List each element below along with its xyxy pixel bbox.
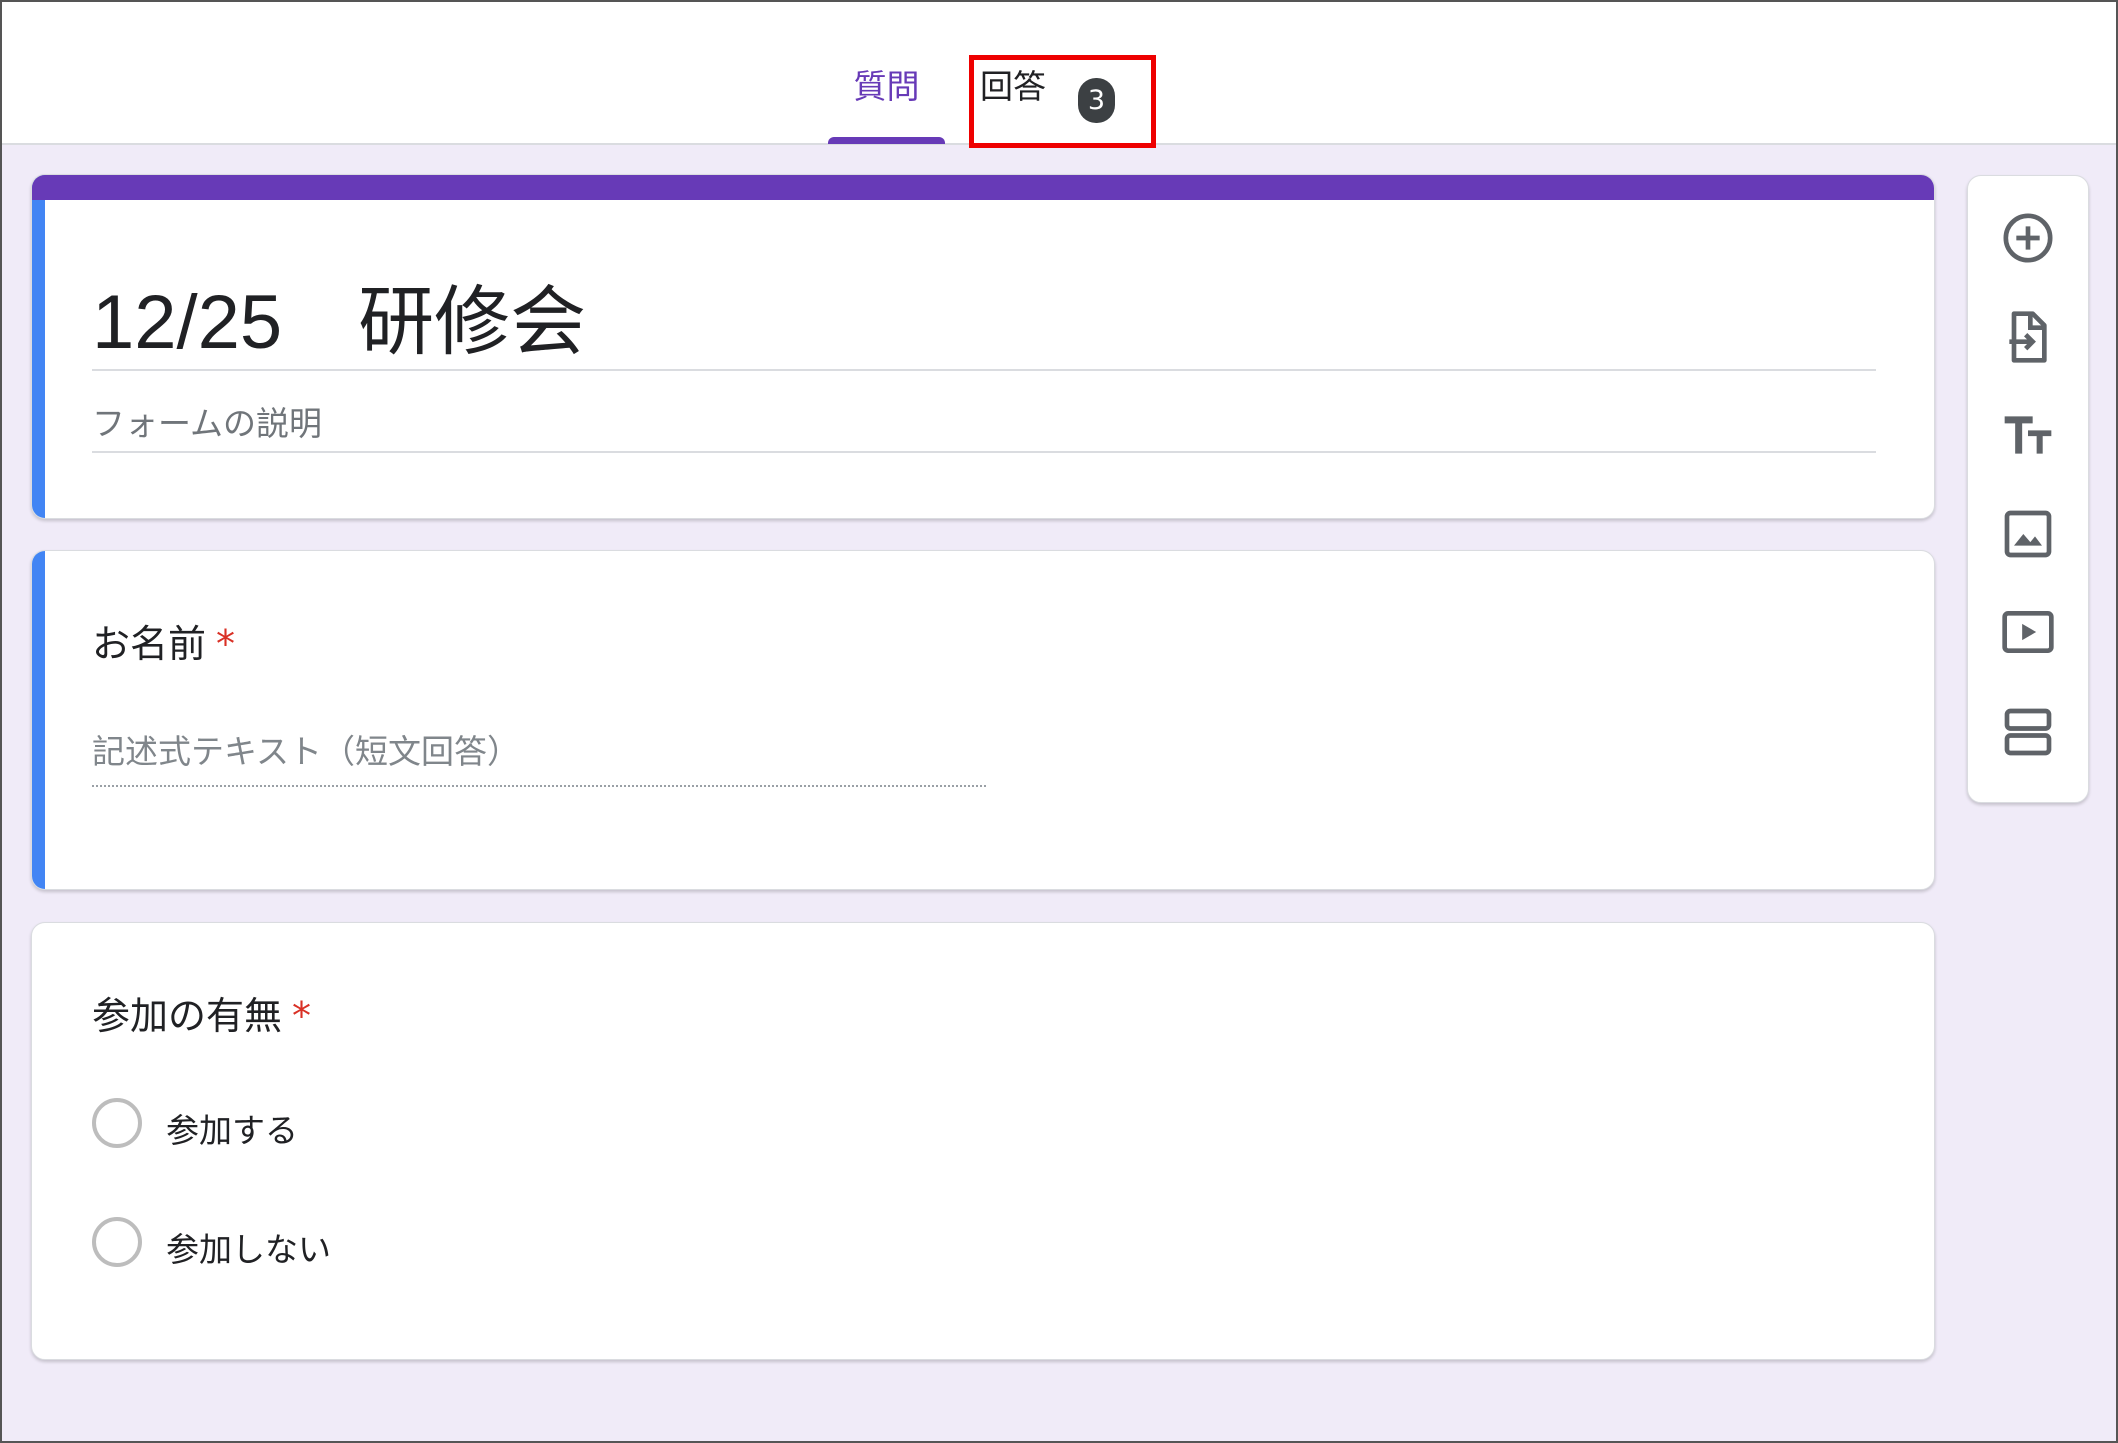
- side-toolbar: [1967, 175, 2089, 803]
- header: 質問 回答 3: [2, 2, 2116, 148]
- add-question-icon[interactable]: [1998, 208, 2058, 268]
- active-tab-indicator: [828, 137, 945, 144]
- short-answer-underline: [92, 785, 986, 787]
- add-video-icon[interactable]: [1998, 602, 2058, 662]
- highlight-annotation-box: [969, 55, 1156, 148]
- form-title-card[interactable]: 12/25 研修会 フォームの説明: [31, 174, 1935, 519]
- question-card-name[interactable]: お名前 * 記述式テキスト（短文回答）: [31, 550, 1935, 890]
- form-title[interactable]: 12/25 研修会: [92, 260, 586, 370]
- add-title-icon[interactable]: [1998, 405, 2058, 465]
- radio-option-label: 参加しない: [166, 1230, 331, 1269]
- required-asterisk: *: [292, 994, 312, 1038]
- tab-questions-label: 質問: [853, 67, 920, 106]
- required-asterisk: *: [216, 622, 236, 666]
- radio-button[interactable]: [92, 1098, 142, 1148]
- form-description-field[interactable]: フォームの説明: [92, 397, 322, 445]
- title-underline: [92, 369, 1876, 371]
- radio-button[interactable]: [92, 1217, 142, 1267]
- import-questions-icon[interactable]: [1998, 307, 2058, 367]
- question-title-text: お名前: [92, 622, 207, 666]
- question-card-attendance[interactable]: 参加の有無 * 参加する 参加しない: [31, 922, 1935, 1360]
- forms-editor-window: 質問 回答 3 12/25 研修会 フォームの説明 お名前 * 記述式テキスト（短…: [0, 0, 2118, 1443]
- tab-questions[interactable]: 質問: [828, 60, 945, 144]
- radio-option-label: 参加する: [166, 1111, 298, 1150]
- add-image-icon[interactable]: [1998, 504, 2058, 564]
- question-title-text: 参加の有無: [92, 994, 283, 1038]
- question-title: お名前 *: [92, 613, 235, 668]
- add-section-icon[interactable]: [1998, 702, 2058, 762]
- theme-color-bar: [32, 175, 1934, 200]
- question-title: 参加の有無 *: [92, 985, 311, 1040]
- short-answer-placeholder: 記述式テキスト（短文回答）: [92, 732, 521, 771]
- description-underline: [92, 451, 1876, 453]
